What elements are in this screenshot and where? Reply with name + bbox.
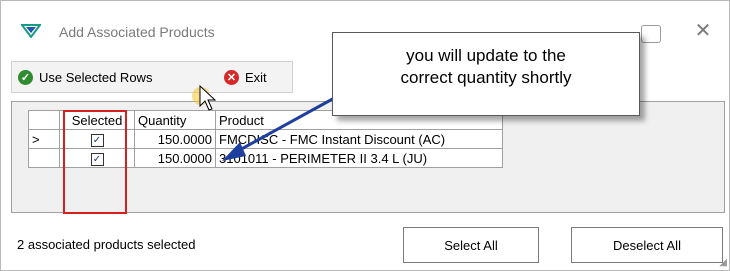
close-button[interactable]: ✕: [691, 19, 715, 43]
select-all-button[interactable]: Select All: [403, 227, 539, 263]
row-indicator-header: [28, 110, 60, 130]
annotation-callout: you will update to the correct quantity …: [332, 32, 640, 116]
checkmark-icon: ✓: [18, 69, 33, 85]
product-cell[interactable]: 3101011 - PERIMETER II 3.4 L (JU): [215, 148, 503, 168]
product-cell[interactable]: FMCDISC - FMC Instant Discount (AC): [215, 129, 503, 149]
deselect-all-button[interactable]: Deselect All: [571, 227, 723, 263]
exit-label: Exit: [245, 69, 267, 85]
callout-line-1: you will update to the: [406, 46, 566, 65]
status-text: 2 associated products selected: [17, 237, 196, 252]
logo-icon: [21, 24, 41, 38]
highlight-box: [63, 110, 127, 214]
resize-grip-icon[interactable]: ◢: [719, 257, 727, 268]
row-indicator: >: [28, 129, 60, 149]
exit-button[interactable]: ✕ Exit: [224, 66, 267, 88]
mouse-pointer-icon: [192, 84, 217, 111]
exit-icon: ✕: [224, 69, 239, 85]
window-title: Add Associated Products: [59, 24, 215, 40]
background-window-fragment: [641, 25, 661, 43]
quantity-cell[interactable]: 150.0000: [134, 148, 216, 168]
callout-line-2: correct quantity shortly: [400, 68, 572, 87]
use-selected-rows-label: Use Selected Rows: [39, 69, 153, 85]
toolbar: ✓ Use Selected Rows ✕ Exit: [11, 61, 293, 93]
quantity-cell[interactable]: 150.0000: [134, 129, 216, 149]
use-selected-rows-button[interactable]: ✓ Use Selected Rows: [18, 66, 152, 88]
row-indicator: [28, 148, 60, 168]
